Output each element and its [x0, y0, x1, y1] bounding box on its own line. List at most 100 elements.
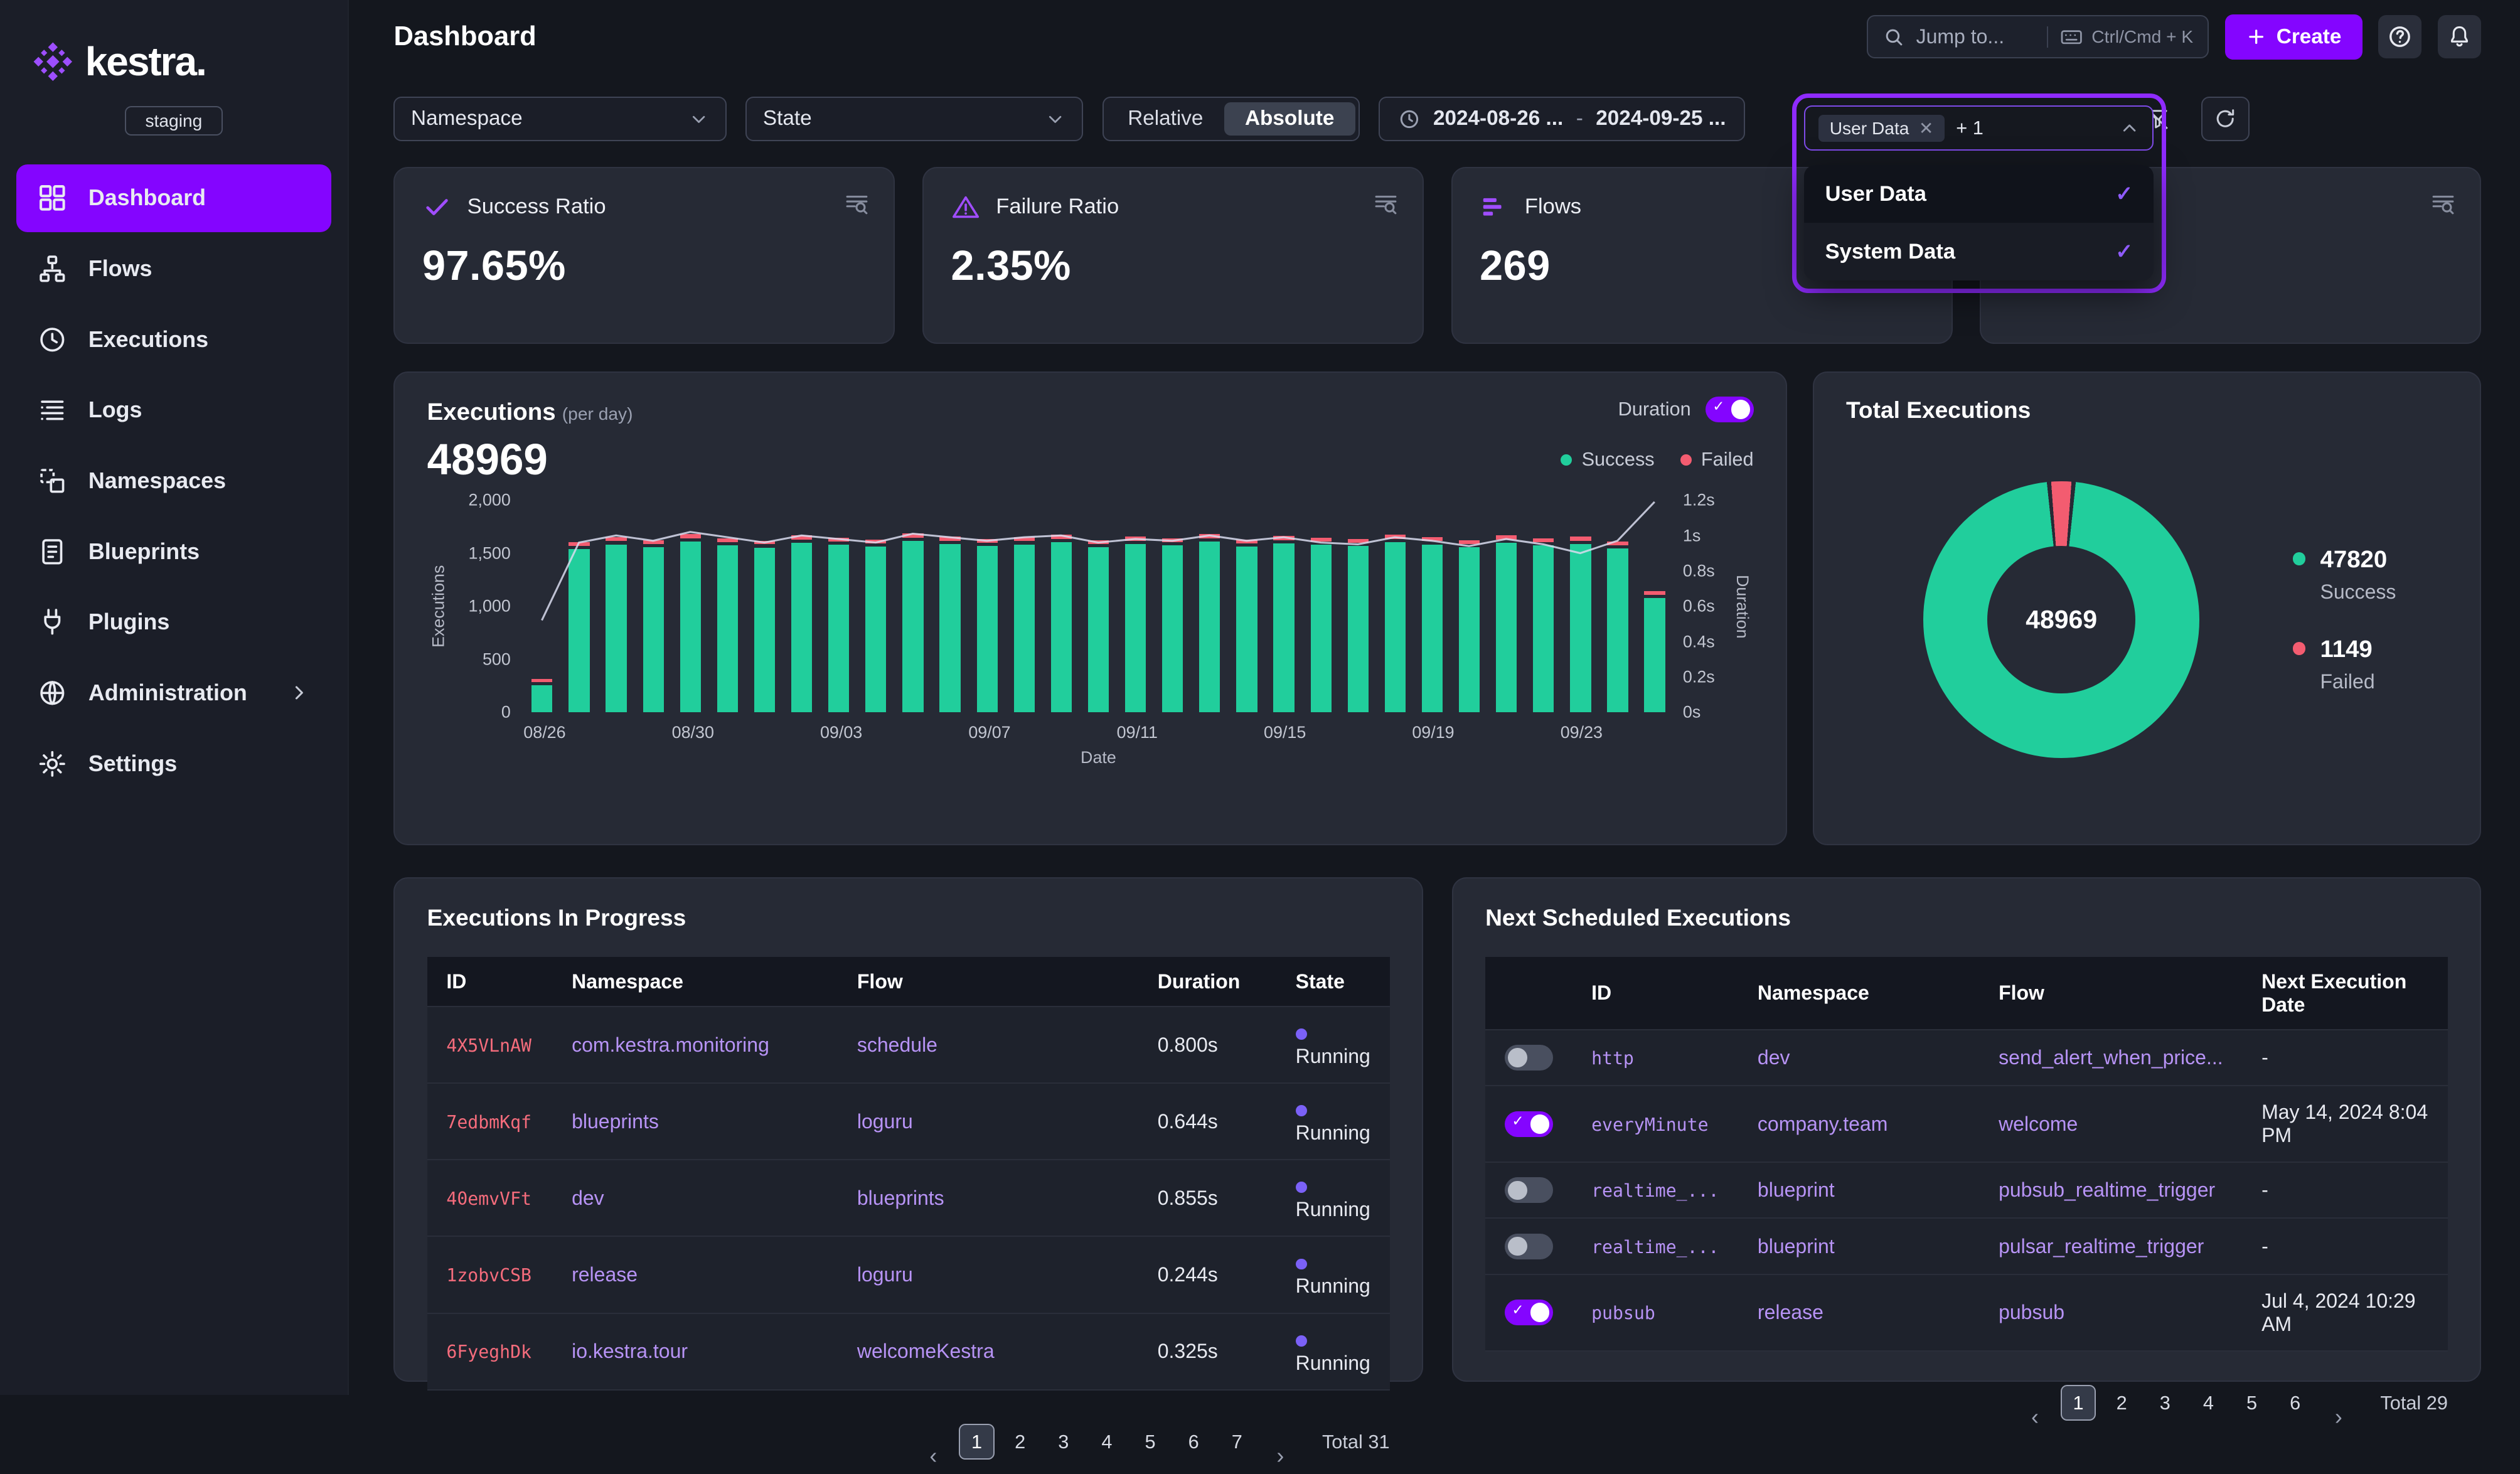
flow-link[interactable]: loguru [857, 1263, 913, 1286]
page-button[interactable]: 1 [2061, 1385, 2096, 1420]
sidebar-item-logs[interactable]: Logs [16, 377, 332, 444]
namespace-link[interactable]: blueprint [1758, 1235, 1835, 1258]
table-header-row: IDNamespaceFlowNext Execution Date [1485, 957, 2448, 1030]
flow-link[interactable]: pulsar_realtime_trigger [1999, 1235, 2204, 1258]
data-filter-control[interactable]: User Data ✕ + 1 [1804, 105, 2154, 151]
page-button[interactable]: 5 [1133, 1424, 1168, 1459]
page-button[interactable]: 3 [1046, 1424, 1081, 1459]
table-search-icon[interactable] [2430, 191, 2456, 216]
prev-page-button[interactable]: ‹ [2017, 1400, 2053, 1435]
page-button[interactable]: 2 [2104, 1385, 2139, 1420]
namespace-filter-select[interactable]: Namespace [393, 97, 726, 142]
table-search-icon[interactable] [844, 191, 870, 216]
trigger-id-link[interactable]: realtime_... [1591, 1180, 1719, 1201]
sidebar-item-label: Namespaces [88, 468, 226, 494]
selected-filter-tag[interactable]: User Data ✕ [1818, 115, 1945, 142]
sidebar-item-plugins[interactable]: Plugins [16, 589, 332, 656]
date-range-picker[interactable]: 2024-08-26 ... - 2024-09-25 ... [1379, 97, 1744, 142]
sidebar-item-flows[interactable]: Flows [16, 235, 332, 303]
flow-link[interactable]: welcomeKestra [857, 1340, 995, 1362]
flow-link[interactable]: send_alert_when_price... [1999, 1046, 2223, 1069]
trigger-enabled-toggle[interactable] [1505, 1111, 1553, 1137]
page-button[interactable]: 2 [1002, 1424, 1037, 1459]
data-filter-option[interactable]: System Data✓ [1804, 223, 2154, 280]
duration-toggle[interactable] [1706, 397, 1754, 422]
total-executions-panel: Total Executions 48969 47820Success 1149… [1813, 371, 2481, 845]
flow-link[interactable]: blueprints [857, 1187, 944, 1209]
page-button[interactable]: 1 [959, 1424, 994, 1459]
data-filter-option[interactable]: User Data✓ [1804, 165, 2154, 223]
page-button[interactable]: 6 [2278, 1385, 2313, 1420]
namespace-link[interactable]: io.kestra.tour [572, 1340, 688, 1362]
namespace-link[interactable]: company.team [1758, 1113, 1888, 1135]
namespace-link[interactable]: blueprint [1758, 1178, 1835, 1201]
bar [560, 500, 597, 712]
trigger-id-link[interactable]: everyMinute [1591, 1114, 1708, 1135]
flow-link[interactable]: pubsub_realtime_trigger [1999, 1178, 2215, 1201]
check-icon [422, 193, 451, 222]
trigger-id-link[interactable]: http [1591, 1048, 1634, 1069]
execution-id-link[interactable]: 4X5VLnAW [446, 1035, 531, 1056]
create-button[interactable]: Create [2225, 14, 2362, 60]
namespace-link[interactable]: release [572, 1263, 638, 1286]
trigger-id-link[interactable]: realtime_... [1591, 1237, 1719, 1258]
page-title: Dashboard [393, 21, 536, 52]
legend-success: Success [1561, 448, 1654, 471]
namespace-link[interactable]: dev [572, 1187, 604, 1209]
global-search[interactable]: Jump to... Ctrl/Cmd + K [1867, 15, 2209, 58]
page-button[interactable]: 7 [1219, 1424, 1254, 1459]
notifications-button[interactable] [2438, 15, 2481, 58]
trigger-enabled-toggle[interactable] [1505, 1234, 1553, 1259]
sidebar-item-dashboard[interactable]: Dashboard [16, 164, 332, 232]
execution-id-link[interactable]: 7edbmKqf [446, 1112, 531, 1133]
table-search-icon[interactable] [1373, 191, 1399, 216]
trigger-row: realtime_... blueprint pubsub_realtime_tri… [1485, 1162, 2448, 1218]
column-header: Flow [1979, 957, 2242, 1030]
relative-tab[interactable]: Relative [1107, 102, 1224, 136]
plugins-icon [37, 607, 68, 638]
sidebar-item-blueprints[interactable]: Blueprints [16, 518, 332, 585]
namespace-link[interactable]: com.kestra.monitoring [572, 1033, 769, 1056]
state-filter-select[interactable]: State [745, 97, 1083, 142]
flow-link[interactable]: loguru [857, 1110, 913, 1133]
refresh-button[interactable] [2201, 97, 2250, 142]
page-button[interactable]: 6 [1176, 1424, 1211, 1459]
stat-value: 2.35% [951, 242, 1396, 290]
namespace-link[interactable]: dev [1758, 1046, 1790, 1069]
trigger-enabled-toggle[interactable] [1505, 1045, 1553, 1071]
namespace-link[interactable]: release [1758, 1301, 1823, 1323]
flow-link[interactable]: pubsub [1999, 1301, 2064, 1323]
next-page-button[interactable]: › [1263, 1438, 1298, 1473]
execution-id-link[interactable]: 6FyeghDk [446, 1342, 531, 1362]
x-tick: 09/03 [820, 723, 862, 742]
sidebar-item-settings[interactable]: Settings [16, 730, 332, 798]
execution-id-link[interactable]: 1zobvCSB [446, 1265, 531, 1286]
page-button[interactable]: 5 [2234, 1385, 2269, 1420]
executions-icon [37, 324, 68, 355]
page-button[interactable]: 3 [2147, 1385, 2182, 1420]
sidebar-item-administration[interactable]: Administration [16, 660, 332, 727]
next-execution-date: May 14, 2024 8:04 PM [2242, 1086, 2448, 1162]
trigger-id-link[interactable]: pubsub [1591, 1303, 1655, 1323]
next-scheduled-title: Next Scheduled Executions [1485, 904, 2448, 931]
trigger-enabled-toggle[interactable] [1505, 1300, 1553, 1325]
flow-link[interactable]: welcome [1999, 1113, 2078, 1135]
flow-link[interactable]: schedule [857, 1033, 937, 1056]
prev-page-button[interactable]: ‹ [916, 1438, 951, 1473]
page-button[interactable]: 4 [1089, 1424, 1124, 1459]
bar [1043, 500, 1080, 712]
sidebar-item-namespaces[interactable]: Namespaces [16, 447, 332, 515]
x-tick: 09/15 [1264, 723, 1306, 742]
absolute-tab[interactable]: Absolute [1224, 102, 1355, 136]
page-button[interactable]: 4 [2191, 1385, 2226, 1420]
sidebar-item-executions[interactable]: Executions [16, 306, 332, 373]
namespace-link[interactable]: blueprints [572, 1110, 659, 1133]
trigger-enabled-toggle[interactable] [1505, 1177, 1553, 1203]
execution-id-link[interactable]: 40emvVFt [446, 1188, 531, 1209]
remove-tag-icon[interactable]: ✕ [1919, 118, 1934, 139]
next-page-button[interactable]: › [2321, 1400, 2356, 1435]
next-scheduled-panel: Next Scheduled Executions IDNamespaceFlo… [1452, 877, 2481, 1382]
help-button[interactable] [2378, 15, 2421, 58]
stats-row: Success Ratio 97.65% Failure Ratio 2.35%… [349, 144, 2520, 344]
bar [709, 500, 746, 712]
